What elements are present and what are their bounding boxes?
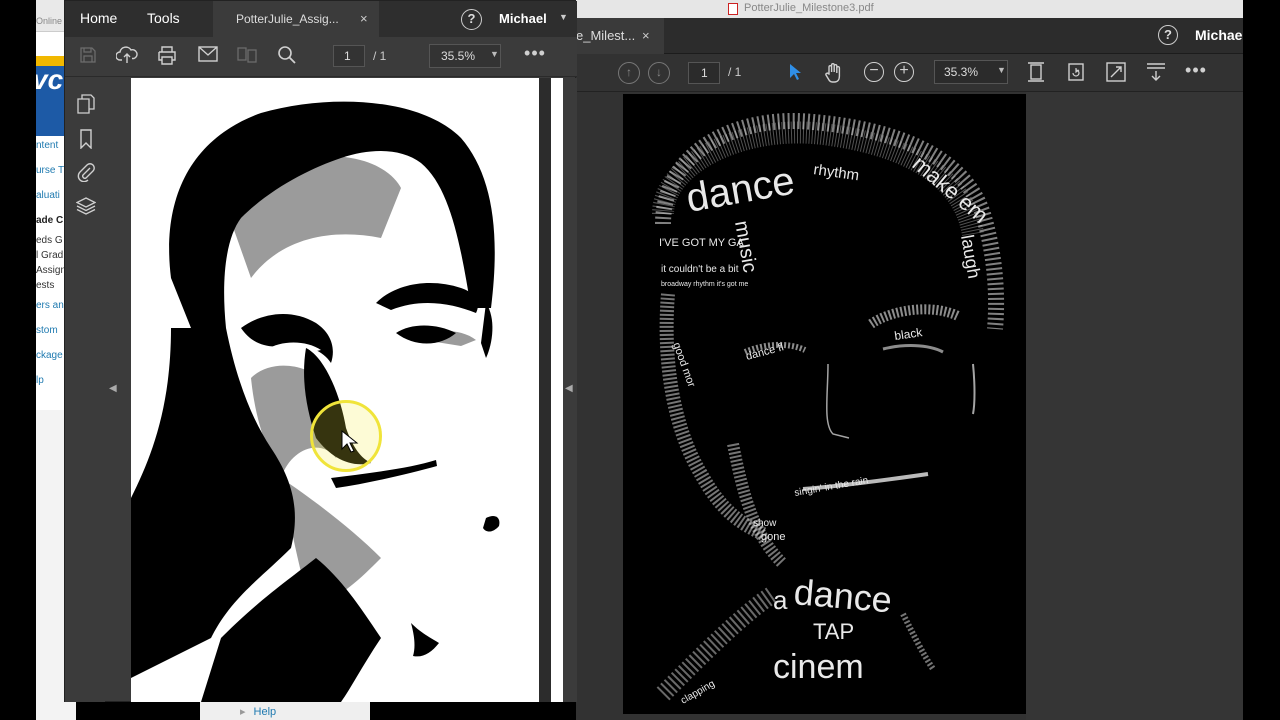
page-gutter [539, 78, 551, 702]
word-dance-2: dance [792, 571, 893, 620]
zoom-value: 35.5% [441, 49, 476, 63]
document-tab-bar: e_Milest... × ? Michae [576, 18, 1243, 54]
app-header: Home Tools PotterJulie_Assig... × ? Mich… [65, 1, 577, 37]
nav-item[interactable]: eds G [36, 234, 66, 249]
chevron-down-icon[interactable]: ▼ [559, 12, 568, 22]
zoom-select[interactable]: 35.3% ▼ [934, 60, 1008, 84]
acrobat-window-right: PotterJulie_Milestone3.pdf e_Milest... ×… [576, 0, 1243, 720]
nav-item[interactable]: aluati [36, 184, 66, 209]
rotate-icon[interactable] [1066, 62, 1086, 86]
nav-item[interactable]: stom [36, 319, 66, 344]
save-icon[interactable] [77, 46, 99, 68]
pages-icon[interactable] [75, 94, 97, 118]
navigation-pane: ◀ [65, 78, 117, 702]
close-icon[interactable]: × [642, 28, 650, 43]
expand-icon: ▸ [240, 706, 246, 718]
zoom-out-icon[interactable]: − [864, 62, 884, 82]
attachment-icon[interactable] [75, 162, 97, 186]
nav-heading: ade C [36, 215, 64, 226]
zoom-value: 35.3% [944, 65, 979, 79]
expand-pane-icon[interactable]: ◀ [565, 383, 573, 394]
menu-home[interactable]: Home [80, 10, 117, 26]
page-number-input[interactable]: 1 [688, 62, 720, 84]
word-tap: TAP [813, 619, 854, 644]
tab-milestone3[interactable]: e_Milest... × [576, 18, 664, 54]
word-clapping: clapping [679, 678, 717, 706]
page-total: / 1 [728, 65, 742, 79]
chevron-down-icon: ▼ [490, 49, 499, 59]
acrobat-window-left: Home Tools PotterJulie_Assig... × ? Mich… [64, 0, 577, 702]
fullscreen-icon[interactable] [1106, 62, 1126, 86]
bookmark-icon[interactable] [75, 129, 97, 153]
word-gone: gone [761, 531, 785, 543]
scrollbar[interactable] [551, 78, 563, 702]
menu-tools[interactable]: Tools [147, 10, 180, 26]
scroll-mode-icon[interactable] [1146, 62, 1166, 86]
word-singin: singin' in the rain [794, 475, 870, 499]
hand-icon[interactable] [822, 62, 846, 88]
help-icon[interactable]: ? [461, 9, 482, 30]
tab-assignment[interactable]: PotterJulie_Assig... × [213, 1, 379, 37]
word-dance: dance [683, 159, 798, 221]
nav-item[interactable]: lp [36, 369, 66, 394]
nav-item[interactable]: Assign [36, 264, 66, 279]
word-broadway: broadway rhythm it's got me [661, 281, 748, 288]
desktop: Online vc ntent urse T aluati ade C eds … [0, 0, 1280, 720]
document-area-empty [1026, 92, 1243, 720]
close-icon[interactable]: × [360, 11, 368, 26]
layers-icon[interactable] [75, 196, 97, 220]
chevron-down-icon: ▼ [997, 65, 1006, 75]
tab-label: PotterJulie_Assig... [236, 12, 339, 26]
page-total: / 1 [373, 49, 387, 63]
window-title: PotterJulie_Milestone3.pdf [744, 2, 874, 14]
window-title-bar: PotterJulie_Milestone3.pdf [576, 0, 1243, 18]
browser-tab-text: Online [36, 16, 63, 26]
nav-item[interactable]: ests [36, 279, 66, 294]
compare-icon[interactable] [235, 45, 259, 69]
user-name[interactable]: Michae [1195, 27, 1242, 43]
word-laugh: laugh [957, 233, 984, 280]
word-rhythm: rhythm [812, 161, 860, 184]
page-toolbar: ↑ ↓ 1 / 1 − + 35.3% ▼ ••• [576, 54, 1243, 92]
user-name[interactable]: Michael [499, 11, 547, 26]
right-pane-toggle[interactable]: ◀ [563, 78, 577, 702]
search-icon[interactable] [275, 45, 299, 69]
stencil-portrait-page [131, 78, 539, 702]
select-arrow-icon[interactable] [786, 63, 804, 85]
course-nav: ntent urse T aluati ade C eds G l Grad A… [36, 134, 66, 394]
email-icon[interactable] [196, 45, 220, 67]
nav-item[interactable]: urse T [36, 159, 66, 184]
site-logo: vc [36, 56, 66, 136]
nav-item[interactable]: ckage [36, 344, 66, 369]
fit-page-icon[interactable] [1026, 62, 1046, 86]
print-icon[interactable] [155, 45, 179, 69]
word-got-my: I'VE GOT MY GA [659, 237, 744, 249]
word-show: show [753, 518, 777, 529]
more-icon[interactable]: ••• [523, 43, 547, 63]
nav-item[interactable]: ers an [36, 294, 66, 319]
cursor-highlight [310, 400, 382, 472]
tab-label: e_Milest... [576, 28, 636, 43]
page-number-input[interactable]: 1 [333, 45, 365, 67]
word-couldnt: it couldn't be a bit [661, 264, 739, 275]
word-a: a [773, 585, 788, 615]
prev-page-icon[interactable]: ↑ [618, 62, 640, 84]
zoom-in-icon[interactable]: + [894, 62, 914, 82]
word-make-em: make em [908, 151, 993, 228]
next-page-icon[interactable]: ↓ [648, 62, 670, 84]
word-black: black [893, 325, 924, 343]
help-icon[interactable]: ? [1158, 25, 1178, 45]
nav-item[interactable]: ntent [36, 134, 66, 159]
pdf-file-icon [728, 3, 738, 15]
upload-icon[interactable] [115, 45, 139, 69]
main-toolbar: 1 / 1 35.5% ▼ ••• [65, 37, 577, 77]
word-cinema: cinem [773, 648, 864, 686]
more-icon[interactable]: ••• [1184, 60, 1208, 80]
collapse-pane-icon[interactable]: ◀ [109, 383, 117, 394]
help-link[interactable]: ▸ Help [200, 702, 370, 720]
mouse-cursor-icon [341, 429, 359, 453]
zoom-select[interactable]: 35.5% ▼ [429, 44, 501, 68]
nav-item[interactable]: l Grad [36, 249, 66, 264]
word-art-portrait-page: dance rhythm make em laugh music I'VE GO… [623, 94, 1026, 714]
